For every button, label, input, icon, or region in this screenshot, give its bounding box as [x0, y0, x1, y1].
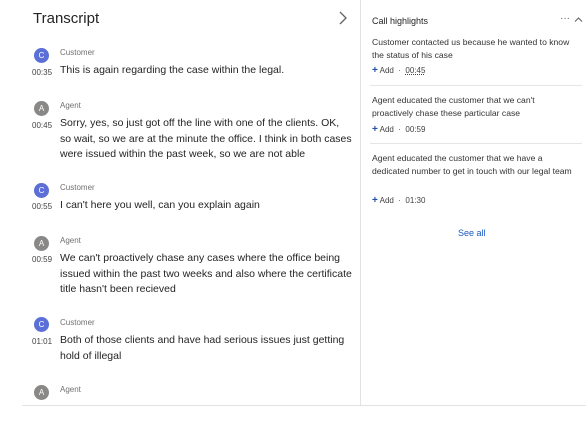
call-highlights-pane: Call highlights ··· Customer contacted u… — [362, 0, 586, 405]
transcript-pane: Transcript C Customer 00:35 This is agai… — [22, 0, 361, 405]
message-text: I can't here you well, can you explain a… — [60, 199, 260, 211]
speaker-name: Customer — [60, 318, 95, 327]
message-text: This is again regarding the case within … — [60, 64, 285, 76]
plus-icon: + — [372, 195, 378, 206]
highlight-text: Agent educated the customer that we can'… — [372, 95, 535, 118]
message-timestamp: 00:59 — [32, 255, 53, 264]
message-text: Sorry, yes, so just got off the line wit… — [60, 117, 352, 160]
see-all-link[interactable]: See all — [458, 228, 486, 238]
highlight-timestamp[interactable]: 01:30 — [405, 196, 425, 205]
message-text: Both of those clients and have had serio… — [60, 334, 345, 362]
customer-avatar: C — [34, 183, 49, 198]
message-text: We can't proactively chase any cases whe… — [60, 252, 352, 295]
plus-icon: + — [372, 65, 378, 76]
customer-avatar: C — [34, 48, 49, 63]
highlight-text: Customer contacted us because he wanted … — [372, 37, 570, 60]
message-timestamp: 00:35 — [32, 68, 53, 77]
highlight-timestamp-link[interactable]: 00:45 — [405, 66, 425, 75]
add-label: Add — [379, 196, 394, 205]
highlight-timestamp[interactable]: 00:59 — [405, 125, 425, 134]
transcript-title: Transcript — [33, 10, 100, 27]
highlight-actions: + Add · 00:45 — [372, 65, 426, 76]
more-options-icon[interactable]: ··· — [560, 13, 570, 24]
speaker-name: Customer — [60, 48, 95, 57]
customer-avatar: C — [34, 317, 49, 332]
add-label: Add — [379, 125, 394, 134]
speaker-name: Agent — [60, 236, 81, 245]
chevron-up-icon[interactable] — [574, 15, 583, 24]
speaker-name: Customer — [60, 183, 95, 192]
add-highlight-button[interactable]: + Add — [372, 124, 394, 135]
plus-icon: + — [372, 124, 378, 135]
highlight-text: Agent educated the customer that we have… — [372, 153, 572, 176]
divider — [370, 143, 582, 144]
call-panel: Transcript C Customer 00:35 This is agai… — [22, 0, 586, 406]
add-highlight-button[interactable]: + Add — [372, 195, 394, 206]
add-label: Add — [379, 66, 394, 75]
message-timestamp: 01:01 — [32, 337, 53, 346]
speaker-name: Agent — [60, 385, 81, 394]
agent-avatar: A — [34, 236, 49, 251]
highlights-title: Call highlights — [372, 16, 429, 26]
highlight-actions: + Add · 00:59 — [372, 124, 426, 135]
agent-avatar: A — [34, 385, 49, 400]
speaker-name: Agent — [60, 101, 81, 110]
highlight-actions: + Add · 01:30 — [372, 195, 426, 206]
add-highlight-button[interactable]: + Add — [372, 65, 394, 76]
divider — [370, 85, 582, 86]
chevron-right-icon[interactable] — [338, 11, 348, 25]
message-timestamp: 00:45 — [32, 121, 53, 130]
message-timestamp: 00:55 — [32, 202, 53, 211]
agent-avatar: A — [34, 101, 49, 116]
